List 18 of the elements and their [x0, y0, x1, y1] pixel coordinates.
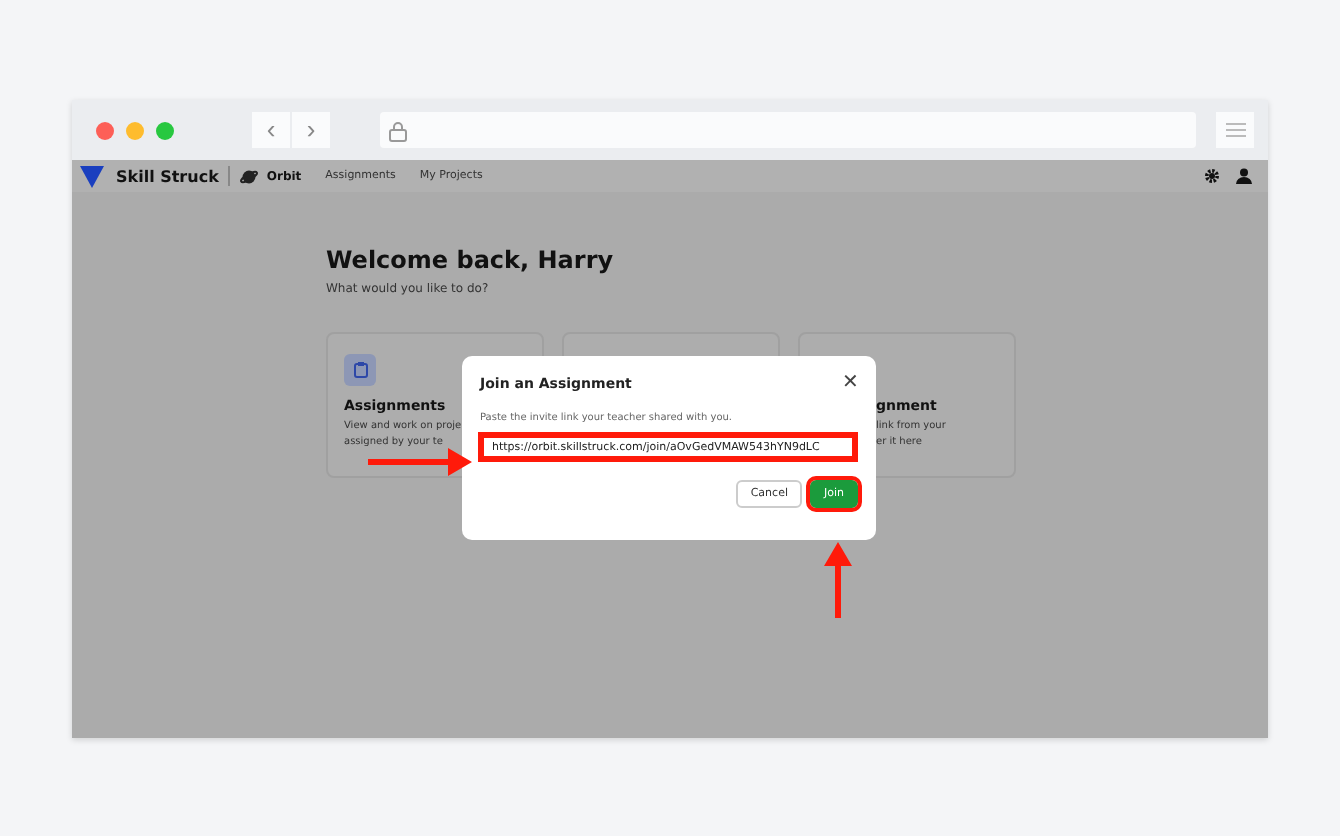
settings-icon[interactable]	[1204, 168, 1220, 184]
minimize-light-icon[interactable]	[126, 121, 144, 139]
planet-icon	[240, 167, 259, 185]
back-button[interactable]: ‹	[252, 112, 290, 148]
close-light-icon[interactable]	[96, 121, 114, 139]
close-button[interactable]: ✕	[842, 374, 858, 394]
user-icon[interactable]	[1236, 168, 1252, 184]
arrow-annotation	[824, 542, 852, 618]
address-bar[interactable]	[380, 112, 1196, 148]
arrow-annotation	[368, 448, 472, 476]
menu-button[interactable]	[1216, 112, 1254, 148]
clipboard-icon	[344, 354, 376, 386]
logo-icon	[80, 165, 104, 187]
lock-icon	[388, 119, 408, 141]
welcome-title: Welcome back, Harry	[326, 246, 616, 274]
brand-name: Skill Struck	[116, 167, 219, 185]
zoom-light-icon[interactable]	[156, 121, 174, 139]
menu-icon	[1225, 122, 1245, 138]
